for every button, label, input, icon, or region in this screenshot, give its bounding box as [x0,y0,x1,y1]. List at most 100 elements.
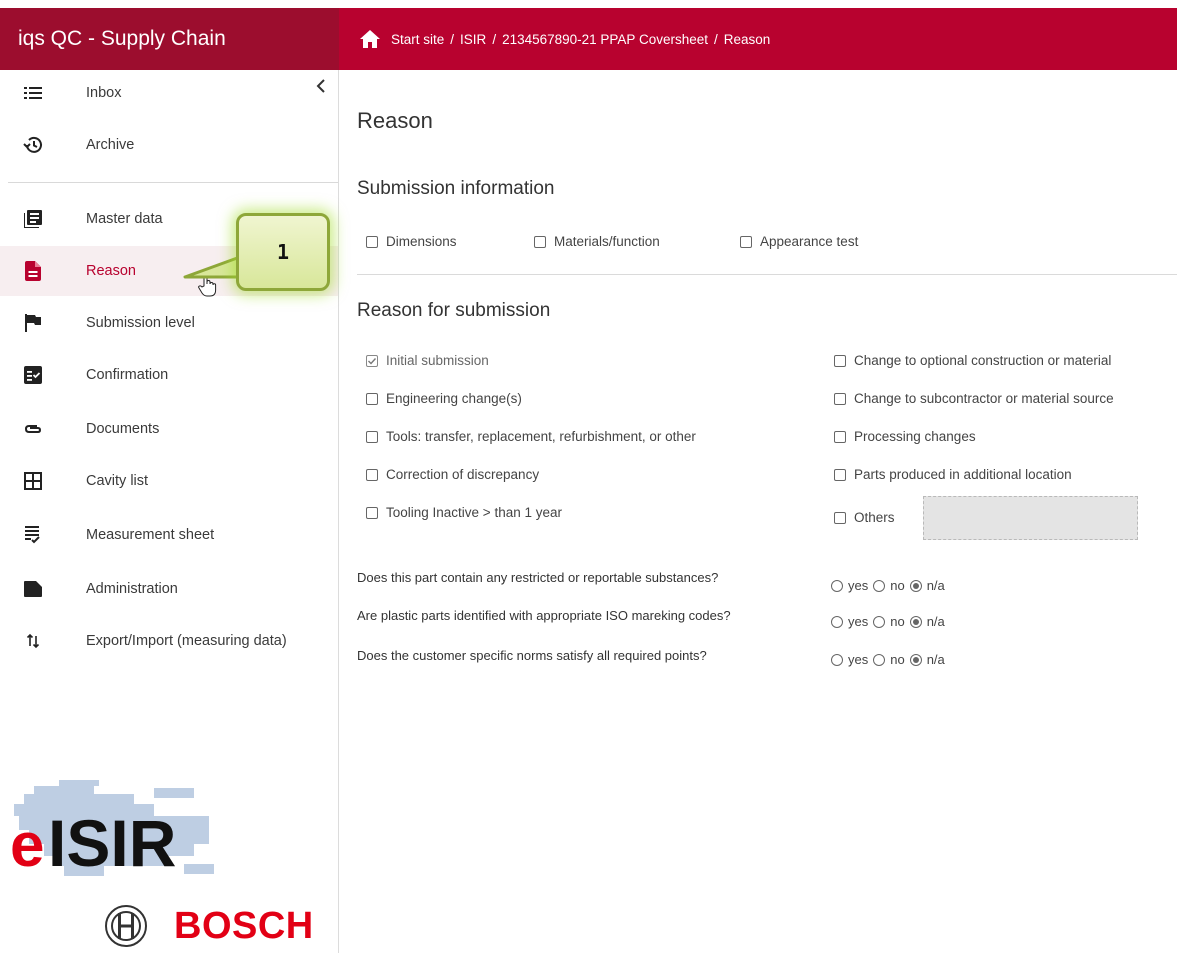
checklist-icon [23,525,43,545]
radio-dot[interactable] [873,579,886,592]
sidebar-item-label: Master data [86,211,163,227]
sidebar-item-label: Documents [86,421,160,437]
radio-yes[interactable]: yes [831,578,868,593]
checkbox-label: Tooling Inactive > than 1 year [386,505,562,520]
checkbox-appearance-test[interactable]: Appearance test [740,234,858,249]
checkbox-label: Parts produced in additional location [854,467,1072,482]
radio-yes[interactable]: yes [831,652,868,667]
sidebar-item-administration[interactable]: Administration [0,564,338,614]
checkbox-label: Change to subcontractor or material sour… [854,391,1114,406]
checkbox-additional-location[interactable]: Parts produced in additional location [834,467,1072,482]
checkbox-correction-of-discrepancy[interactable]: Correction of discrepancy [366,467,539,482]
checkbox-box[interactable] [834,392,846,405]
sidebar-item-label: Measurement sheet [86,527,215,543]
radio-label: no [890,614,905,629]
checkbox-others[interactable]: Others [834,510,895,525]
sidebar-item-label: Submission level [86,315,195,331]
sidebar-item-export-import[interactable]: Export/Import (measuring data) [0,616,338,666]
checkbox-box[interactable] [834,430,846,443]
checkbox-label: Processing changes [854,429,976,444]
bosch-armature-icon [105,905,147,947]
breadcrumb-separator: / [492,31,497,47]
question-customer-norms: Does the customer specific norms satisfy… [357,648,707,663]
sidebar-item-archive[interactable]: Archive [0,120,338,170]
grid-icon [23,471,43,491]
folder-icon [23,579,43,599]
radio-dot[interactable] [873,615,886,628]
checkbox-box[interactable] [834,468,846,481]
sidebar-item-label: Reason [86,263,136,279]
sort-arrows-icon [23,631,43,651]
checkbox-label: Engineering change(s) [386,391,522,406]
breadcrumb-separator: / [450,31,455,47]
callout-marker: 1 [236,213,330,291]
checkbox-label: Change to optional construction or mater… [854,353,1112,368]
radio-yes[interactable]: yes [831,614,868,629]
sidebar-item-cavity-list[interactable]: Cavity list [0,456,338,506]
checkbox-box[interactable] [834,511,846,524]
sidebar-item-submission-level[interactable]: Submission level [0,298,338,348]
radio-no[interactable]: no [873,652,905,667]
checkbox-optional-construction[interactable]: Change to optional construction or mater… [834,353,1111,368]
checkbox-materials-function[interactable]: Materials/function [534,234,660,249]
radio-dot[interactable] [831,579,843,592]
checkbox-box[interactable] [534,235,546,248]
sidebar-item-confirmation[interactable]: Confirmation [0,350,338,400]
checkbox-tooling-inactive[interactable]: Tooling Inactive > than 1 year [366,505,562,520]
reason-for-submission-heading: Reason for submission [357,300,551,321]
sidebar-item-label: Cavity list [86,473,149,489]
radio-label: yes [848,578,869,593]
checkbox-subcontractor-change[interactable]: Change to subcontractor or material sour… [834,391,1114,406]
book-icon [23,209,43,229]
breadcrumb: Start site / ISIR / 2134567890-21 PPAP C… [339,8,1177,70]
checkbox-label: Materials/function [554,234,660,249]
radio-dot-selected[interactable] [909,653,922,666]
checkbox-engineering-changes[interactable]: Engineering change(s) [366,391,522,406]
radio-no[interactable]: no [873,614,905,629]
radio-group-customer-norms: yes no n/a [831,652,950,667]
sidebar-item-measurement-sheet[interactable]: Measurement sheet [0,510,338,560]
radio-dot[interactable] [831,653,843,666]
radio-label: no [890,652,905,667]
radio-na[interactable]: n/a [909,652,945,667]
others-input[interactable] [923,496,1138,540]
checkbox-box[interactable] [366,430,378,443]
checkbox-label: Tools: transfer, replacement, refurbishm… [386,429,696,444]
sidebar-item-label: Export/Import (measuring data) [86,633,287,649]
checkbox-label: Correction of discrepancy [386,467,540,482]
submission-information-heading: Submission information [357,178,555,199]
checkbox-box[interactable] [366,468,378,481]
breadcrumb-start-site[interactable]: Start site [391,32,444,47]
radio-na[interactable]: n/a [909,614,945,629]
checkbox-label: Others [854,510,895,525]
home-icon[interactable] [359,29,381,49]
breadcrumb-isir[interactable]: ISIR [460,32,486,47]
page-title: Reason [357,108,433,133]
radio-label: n/a [926,652,945,667]
checkbox-box[interactable] [366,392,378,405]
bosch-logo: BOSCH [104,902,324,950]
history-icon [23,135,43,155]
radio-dot-selected[interactable] [909,615,922,628]
radio-dot[interactable] [831,615,843,628]
main-content: Reason Submission information Dimensions… [339,70,1177,953]
checkbox-box[interactable] [366,506,378,519]
radio-dot[interactable] [873,653,886,666]
bosch-wordmark: BOSCH [174,904,314,947]
checkbox-box[interactable] [366,235,378,248]
checkbox-box[interactable] [740,235,752,248]
sidebar-item-label: Inbox [86,85,122,101]
checkbox-tools-transfer[interactable]: Tools: transfer, replacement, refurbishm… [366,429,696,444]
radio-na[interactable]: n/a [909,578,945,593]
sidebar-item-documents[interactable]: Documents [0,404,338,454]
question-restricted-substances: Does this part contain any restricted or… [357,570,719,585]
checkbox-processing-changes[interactable]: Processing changes [834,429,976,444]
attachment-icon [23,419,43,439]
app-title: iqs QC - Supply Chain [0,8,339,70]
breadcrumb-coversheet[interactable]: 2134567890-21 PPAP Coversheet [502,32,708,47]
radio-no[interactable]: no [873,578,905,593]
radio-dot-selected[interactable] [909,579,922,592]
sidebar-item-inbox[interactable]: Inbox [0,68,338,118]
checkbox-dimensions[interactable]: Dimensions [366,234,457,249]
checkbox-box[interactable] [834,354,846,367]
